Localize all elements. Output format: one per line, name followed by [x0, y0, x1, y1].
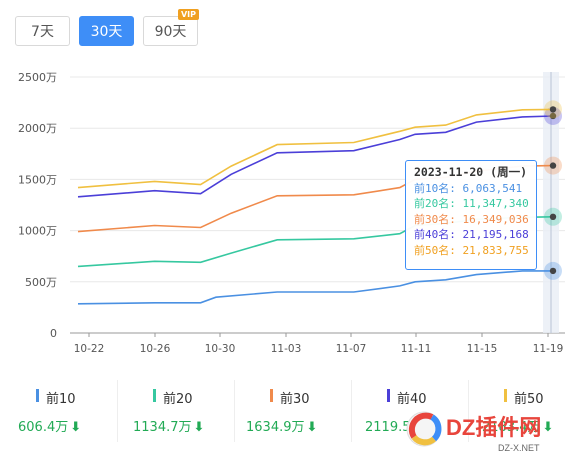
chart-tooltip: 2023-11-20 (周一) 前10名: 6,063,541 前20名: 11,…: [405, 160, 537, 270]
tab-30-days[interactable]: 30天: [79, 16, 134, 46]
x-tick-label: 11-07: [336, 343, 367, 355]
legend-value: 1134.7万 ⬇: [133, 420, 205, 435]
data-point: [549, 213, 557, 221]
x-tick-label: 11-11: [401, 343, 432, 355]
x-tick-label: 11-03: [271, 343, 302, 355]
y-tick-label: 0: [50, 327, 57, 340]
tab-7-days[interactable]: 7天: [15, 16, 70, 46]
period-tabs: 7天 30天 90天 VIP: [15, 9, 199, 46]
x-tick-label: 10-22: [74, 343, 105, 355]
x-tick-label: 10-26: [140, 343, 171, 355]
y-tick-label: 1500万: [18, 173, 57, 186]
x-tick-label: 11-19: [533, 343, 564, 355]
legend-name: 前10: [46, 392, 76, 407]
tab-90-days-label: 90天: [154, 24, 187, 40]
data-point: [549, 162, 557, 169]
legend-divider: [117, 380, 118, 442]
x-tick-label: 11-15: [467, 343, 498, 355]
legend-divider: [234, 380, 235, 442]
tooltip-row: 前40名: 21,195,168: [414, 228, 529, 241]
legend-color-bar: [387, 389, 390, 402]
series-line: [77, 270, 553, 305]
data-point: [549, 267, 557, 275]
data-point: [549, 106, 557, 113]
down-arrow-icon: ⬇: [306, 420, 318, 435]
tooltip-row: 前50名: 21,833,755: [414, 243, 529, 257]
vip-badge: VIP: [177, 9, 199, 20]
legend-color-bar: [504, 389, 507, 402]
y-tick-label: 2000万: [18, 122, 57, 135]
tooltip-row: 前30名: 16,349,036: [414, 212, 529, 226]
legend-item: 前10 606.4万 ⬇: [0, 380, 117, 450]
legend-name: 前20: [163, 392, 193, 407]
dz-watermark-logo: DZ插件网 DZ-X.NET: [406, 411, 541, 453]
legend-item: 前20 1134.7万 ⬇: [117, 380, 234, 450]
y-tick-label: 2500万: [18, 71, 57, 84]
down-arrow-icon: ⬇: [70, 420, 82, 435]
legend-divider: [351, 380, 352, 442]
x-tick-label: 10-30: [205, 343, 236, 355]
down-arrow-icon: ⬇: [193, 420, 205, 435]
legend-name: 前30: [280, 392, 310, 407]
watermark-domain: DZ-X.NET: [498, 443, 540, 453]
y-tick-label: 500万: [25, 276, 57, 289]
legend-value: 1634.9万 ⬇: [246, 420, 318, 435]
legend-color-bar: [270, 389, 273, 402]
watermark-brand: DZ插件网: [446, 415, 541, 440]
y-tick-label: 1000万: [18, 225, 57, 238]
legend-value: 606.4万 ⬇: [18, 420, 82, 435]
legend-color-bar: [153, 389, 156, 402]
tooltip-row: 前10名: 6,063,541: [414, 181, 523, 195]
legend-color-bar: [36, 389, 39, 402]
tooltip-title: 2023-11-20 (周一): [414, 165, 528, 179]
tab-90-days[interactable]: 90天 VIP: [143, 9, 199, 46]
tooltip-row: 前20名: 11,347,340: [414, 197, 529, 210]
legend-item: 前30 1634.9万 ⬇: [234, 380, 351, 450]
